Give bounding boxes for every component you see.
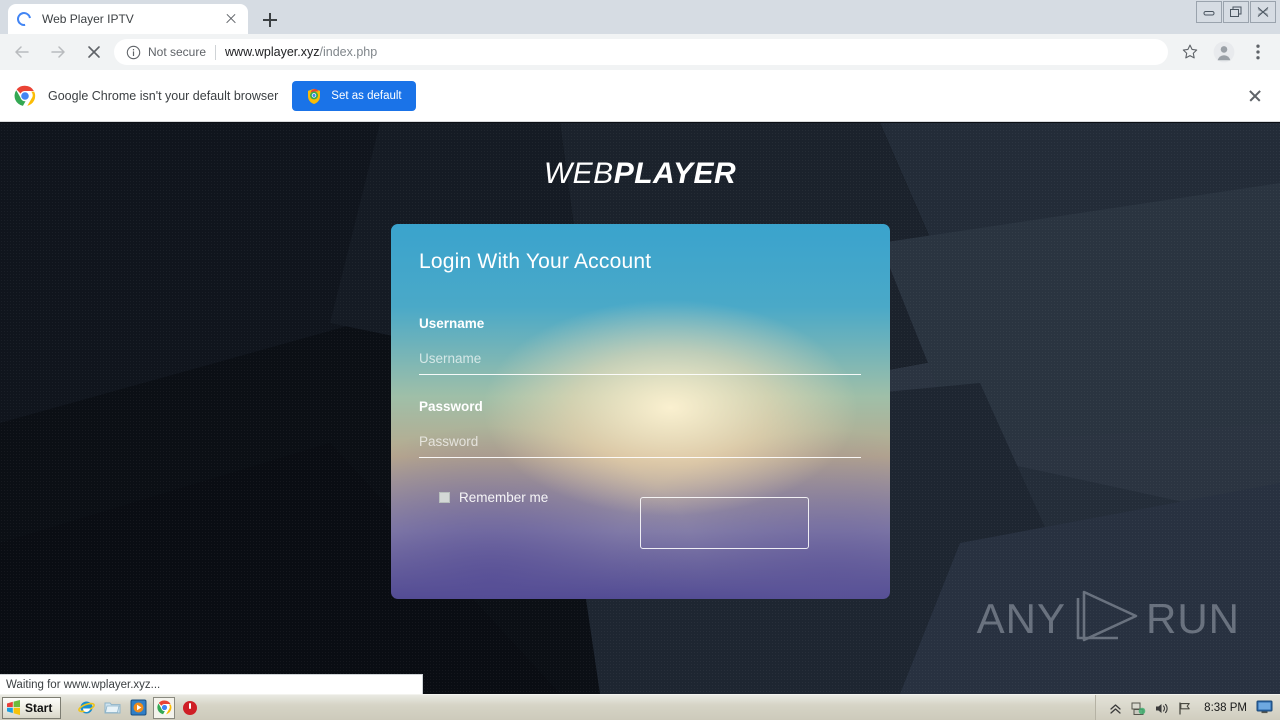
- info-circle-icon: [126, 45, 141, 60]
- remember-me-checkbox[interactable]: [439, 492, 450, 503]
- media-player-icon[interactable]: [127, 697, 149, 719]
- remember-me-label: Remember me: [459, 490, 549, 505]
- three-dot-menu-icon[interactable]: [1244, 38, 1272, 66]
- display-icon[interactable]: [1256, 700, 1273, 717]
- page-viewport: WEBPLAYER Login With Your Account Userna…: [0, 123, 1280, 694]
- anyrun-run-text: RUN: [1146, 594, 1240, 642]
- volume-icon[interactable]: [1153, 700, 1170, 717]
- minimize-button[interactable]: [1196, 1, 1222, 23]
- start-label: Start: [25, 700, 53, 715]
- start-button[interactable]: Start: [2, 696, 62, 719]
- bookmark-star-icon[interactable]: [1176, 38, 1204, 66]
- tab-title: Web Player IPTV: [42, 12, 134, 26]
- google-chrome-icon: [14, 85, 36, 107]
- shield-chrome-icon: [306, 88, 322, 104]
- infobar-close-icon[interactable]: [1242, 83, 1268, 109]
- username-label: Username: [419, 316, 485, 331]
- internet-explorer-icon[interactable]: [75, 697, 97, 719]
- window-controls: [1195, 1, 1276, 23]
- username-input[interactable]: [419, 347, 861, 375]
- power-shutdown-icon[interactable]: [179, 697, 201, 719]
- taskbar-clock[interactable]: 8:38 PM: [1204, 702, 1247, 714]
- login-submit-button[interactable]: [640, 497, 809, 549]
- flag-icon[interactable]: [1176, 700, 1193, 717]
- site-logo: WEBPLAYER: [0, 159, 1280, 189]
- tab-strip: Web Player IPTV: [0, 0, 1280, 34]
- password-label: Password: [419, 399, 483, 414]
- url-text: www.wplayer.xyz/index.php: [225, 45, 377, 59]
- login-card: Login With Your Account Username Passwor…: [391, 224, 890, 599]
- profile-avatar-icon[interactable]: [1210, 38, 1238, 66]
- new-tab-button[interactable]: [256, 6, 284, 34]
- security-label: Not secure: [148, 45, 207, 59]
- anyrun-play-icon: [1070, 588, 1142, 649]
- url-path: /index.php: [319, 45, 378, 59]
- remember-me-row[interactable]: Remember me: [439, 490, 548, 505]
- password-input[interactable]: [419, 430, 861, 458]
- address-bar[interactable]: Not secure www.wplayer.xyz/index.php: [114, 39, 1168, 65]
- system-tray: 8:38 PM: [1095, 695, 1280, 720]
- brand-player: PLAYER: [613, 157, 737, 190]
- set-as-default-label: Set as default: [331, 89, 402, 102]
- back-arrow-icon[interactable]: [8, 38, 36, 66]
- omnibox-divider: [215, 44, 217, 60]
- status-text: Waiting for www.wplayer.xyz...: [6, 678, 161, 691]
- browser-window: Web Player IPTV Not secure www.wplayer.x…: [0, 0, 1280, 720]
- windows-taskbar: Start 8:38 PM: [0, 694, 1280, 720]
- folder-icon[interactable]: [101, 697, 123, 719]
- default-browser-infobar: Google Chrome isn't your default browser…: [0, 70, 1280, 122]
- close-button[interactable]: [1250, 1, 1276, 23]
- infobar-message: Google Chrome isn't your default browser: [48, 88, 279, 103]
- anyrun-any-text: ANY: [976, 594, 1066, 642]
- restore-button[interactable]: [1223, 1, 1249, 23]
- tab-web-player-iptv[interactable]: Web Player IPTV: [8, 4, 248, 34]
- url-host: www.wplayer.xyz: [225, 45, 320, 59]
- tab-close-icon[interactable]: [222, 10, 240, 28]
- browser-toolbar: Not secure www.wplayer.xyz/index.php: [0, 34, 1280, 70]
- tab-loading-spinner-icon: [16, 11, 32, 27]
- quick-launch-bar: [75, 696, 205, 719]
- anyrun-watermark: ANY RUN: [977, 588, 1240, 649]
- windows-flag-icon: [6, 700, 21, 715]
- brand-web: WEB: [543, 157, 614, 190]
- status-bubble: Waiting for www.wplayer.xyz...: [0, 674, 423, 694]
- stop-loading-icon[interactable]: [80, 38, 108, 66]
- show-hidden-icons-icon[interactable]: [1107, 700, 1124, 717]
- google-chrome-taskbar-icon[interactable]: [153, 696, 176, 719]
- set-as-default-button[interactable]: Set as default: [292, 80, 416, 111]
- forward-arrow-icon[interactable]: [44, 38, 72, 66]
- login-card-title: Login With Your Account: [419, 250, 652, 273]
- network-icon[interactable]: [1130, 700, 1147, 717]
